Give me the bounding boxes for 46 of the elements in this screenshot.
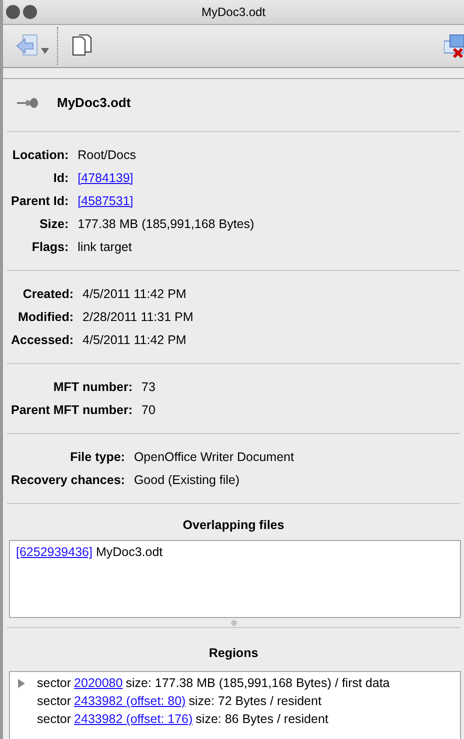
field-label: File type: bbox=[69, 448, 125, 464]
field-label: MFT number: bbox=[52, 378, 133, 394]
id-link[interactable]: [4587531] bbox=[78, 194, 134, 208]
section-title: Overlapping files bbox=[182, 518, 284, 532]
field-value: 177.38 MB (185,991,168 Bytes) bbox=[78, 216, 254, 230]
field-label: Created: bbox=[22, 286, 74, 302]
id-link[interactable]: [4784139] bbox=[78, 170, 134, 184]
close-button[interactable] bbox=[6, 5, 20, 19]
field-label: Modified: bbox=[17, 308, 74, 324]
field-value: 4/5/2011 11:42 PM bbox=[82, 332, 186, 346]
field-value: Root/Docs bbox=[78, 148, 136, 162]
region-label: sector bbox=[37, 711, 72, 728]
sector-link[interactable]: 2433982 (offset: 176) bbox=[74, 710, 193, 728]
field-value: Good (Existing file) bbox=[134, 472, 240, 486]
region-label: sector bbox=[37, 693, 72, 710]
field-label: Recovery chances: bbox=[11, 472, 125, 488]
file-id-link[interactable]: [6252939436] bbox=[16, 545, 92, 560]
field-value: 2/28/2011 11:31 PM bbox=[82, 310, 194, 324]
region-info: size: 86 Bytes / resident bbox=[196, 711, 328, 728]
file-name: MyDoc3.odt bbox=[96, 545, 163, 560]
field-label: Id: bbox=[52, 170, 69, 186]
field-label: Flags: bbox=[30, 238, 69, 254]
field-value: 4/5/2011 11:42 PM bbox=[82, 286, 186, 300]
region-info: size: 177.38 MB (185,991,168 Bytes) / first data bbox=[126, 675, 390, 692]
field-value: 73 bbox=[142, 380, 156, 394]
field-value: 70 bbox=[142, 402, 156, 416]
file-name-heading: MyDoc3.odt bbox=[57, 94, 131, 112]
dropdown-icon[interactable] bbox=[41, 48, 49, 54]
splitter-handle[interactable] bbox=[230, 620, 236, 626]
field-label: Parent MFT number: bbox=[11, 402, 133, 418]
expand-icon[interactable] bbox=[18, 678, 25, 688]
sector-link[interactable]: 2020080 bbox=[74, 674, 123, 692]
pushpin-icon bbox=[17, 96, 39, 109]
field-label: Accessed: bbox=[11, 332, 74, 348]
region-info: size: 72 Bytes / resident bbox=[188, 693, 322, 710]
field-value: OpenOffice Writer Document bbox=[134, 450, 294, 464]
sector-link[interactable]: 2433982 (offset: 80) bbox=[74, 692, 186, 710]
close-window-icon[interactable] bbox=[444, 33, 464, 59]
field-value: link target bbox=[78, 240, 132, 254]
field-label: Parent Id: bbox=[11, 192, 69, 208]
restore-button[interactable] bbox=[23, 5, 37, 19]
window-title: MyDoc3.odt bbox=[201, 4, 266, 21]
field-label: Size: bbox=[38, 216, 69, 232]
section-title: Regions bbox=[208, 646, 258, 660]
field-label: Location: bbox=[11, 146, 69, 162]
region-label: sector bbox=[37, 675, 72, 692]
